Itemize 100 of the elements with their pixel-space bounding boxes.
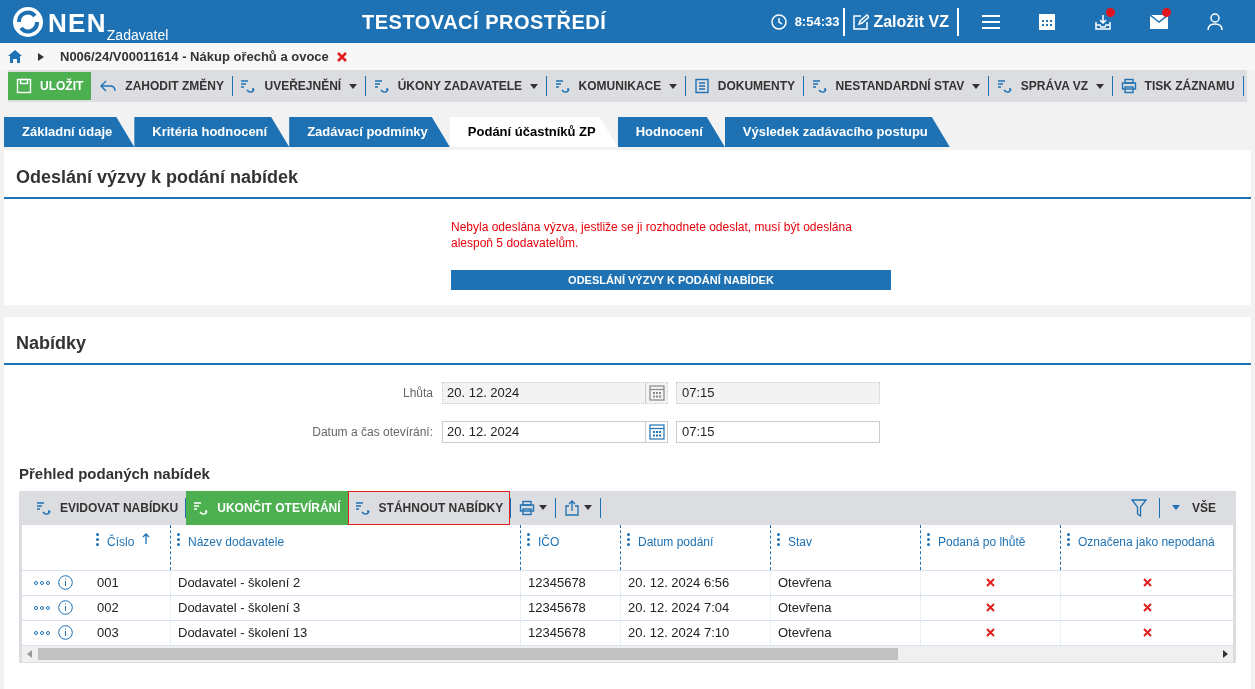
calendar-icon — [1039, 13, 1055, 30]
info-icon[interactable] — [58, 575, 73, 590]
table-cell-text: Dodavatel - školení 13 — [178, 623, 308, 642]
caret-icon — [1096, 83, 1105, 89]
date-value: 20. 12. 2024 — [447, 384, 520, 403]
tab[interactable]: Podání účastníků ZP — [449, 117, 618, 147]
section-title: Nabídky — [4, 317, 1251, 365]
table-cell-text: 12345678 — [528, 573, 586, 592]
column-header[interactable]: Číslo — [90, 524, 170, 570]
section-title: Odeslání výzvy k podání nabídek — [4, 150, 1251, 199]
caret-icon — [539, 505, 548, 510]
logo-icon — [12, 5, 44, 38]
caret-icon — [972, 83, 981, 89]
list-action-icon — [554, 78, 571, 94]
warning-message: Nebyla odeslána výzva, jestliže se ji rozhodnete odeslat, musí být odeslána alespoň 5 dodavatelům. — [451, 219, 853, 251]
printer-icon — [1120, 78, 1137, 94]
column-header[interactable]: Stav — [770, 524, 920, 570]
table-cell-text: Dodavatel - školení 2 — [178, 573, 301, 592]
table-cell: 002 — [97, 599, 119, 615]
tab[interactable]: Zadávací podmínky — [289, 117, 450, 147]
date-field[interactable]: 20. 12. 2024 — [442, 421, 668, 443]
printer-icon — [519, 499, 536, 516]
inbox-download-icon — [1095, 13, 1111, 30]
list-action-icon — [811, 78, 828, 94]
column-header[interactable]: Označena jako nepodaná — [1060, 524, 1233, 570]
more-options-icon[interactable] — [34, 630, 50, 635]
caret-icon — [530, 83, 539, 89]
list-action-icon — [36, 499, 52, 516]
caret-icon — [349, 83, 358, 89]
column-title: Číslo — [107, 533, 135, 551]
toolbar-button[interactable]: NESTANDARDNÍ STAV — [803, 72, 989, 100]
table-cell-text: 12345678 — [528, 623, 586, 642]
toolbar-button[interactable]: ÚKONY ZADAVATELE — [365, 72, 547, 100]
column-menu-icon[interactable] — [1067, 532, 1070, 546]
column-title: IČO — [538, 533, 560, 551]
clock-icon — [770, 13, 787, 30]
menu-icon — [982, 13, 1000, 30]
table-cell: 001 — [97, 574, 119, 590]
breadcrumb-link[interactable]: N006/24/V00011614 - Nákup ořechů a ovoce — [60, 46, 329, 67]
field-label: Lhůta — [401, 385, 434, 402]
column-header[interactable]: Podaná po lhůtě — [920, 524, 1060, 570]
info-icon[interactable] — [58, 625, 73, 640]
column-header[interactable]: Název dodavatele — [170, 524, 520, 570]
create-button[interactable]: Založit VZ — [849, 9, 953, 34]
environment-title: TESTOVACÍ PROSTŘEDÍ — [362, 9, 607, 35]
column-menu-icon[interactable] — [527, 532, 530, 546]
home-icon[interactable] — [8, 50, 22, 63]
toolbar-button[interactable]: KOMUNIKACE — [546, 72, 686, 100]
send-invitation-button[interactable]: ODESLÁNÍ VÝZVY K PODÁNÍ NABÍDEK — [451, 270, 891, 290]
column-menu-icon[interactable] — [177, 532, 180, 546]
table-cell-text: Dodavatel - školení 3 — [178, 598, 301, 617]
list-action-icon — [240, 78, 257, 94]
tab[interactable]: Výsledek zadávacího postupu — [724, 117, 950, 147]
column-menu-icon[interactable] — [777, 532, 780, 546]
tab[interactable]: Základní údaje — [4, 117, 135, 147]
tab[interactable]: Hodnocení — [617, 117, 725, 147]
caret-icon — [1172, 505, 1180, 510]
filter-icon[interactable] — [1131, 498, 1147, 517]
info-icon[interactable] — [58, 600, 73, 615]
grid-toolbar-button[interactable]: EVIDOVAT NABÍDKU — [29, 490, 186, 525]
grid-toolbar-button[interactable]: STÁHNOUT NABÍDKY — [347, 490, 511, 525]
toolbar-button[interactable]: SPRÁVA VZ — [988, 72, 1113, 100]
toolbar-button[interactable]: UVEŘEJNĚNÍ — [232, 72, 366, 100]
table-cell-text: 12345678 — [528, 598, 586, 617]
subsection-title: Přehled podaných nabídek — [18, 464, 211, 484]
share-icon — [564, 499, 581, 516]
chevron-right-icon — [38, 52, 44, 61]
mail-icon — [1150, 14, 1168, 29]
list-action-icon — [996, 78, 1013, 94]
column-title: Název dodavatele — [188, 533, 285, 551]
tab[interactable]: Kritéria hodnocení — [134, 117, 290, 147]
sort-arrow-icon — [142, 532, 151, 544]
table-cell-text: Otevřena — [778, 623, 832, 642]
table-cell-text: 20. 12. 2024 6:56 — [628, 573, 730, 592]
column-menu-icon[interactable] — [627, 532, 630, 546]
column-menu-icon[interactable] — [96, 532, 99, 546]
column-header[interactable]: Datum podání — [620, 524, 770, 570]
filter-dropdown[interactable]: VŠE — [1172, 498, 1216, 517]
list-action-icon — [373, 78, 390, 94]
table-cell-text: 20. 12. 2024 7:10 — [628, 623, 730, 642]
caret-icon — [669, 83, 678, 89]
more-options-icon[interactable] — [34, 580, 50, 585]
app-subtitle: Zadavatel — [106, 27, 169, 42]
calendar-icon[interactable] — [648, 424, 665, 440]
toolbar-button[interactable]: ZAHODIT ZMĚNY — [91, 72, 232, 100]
list-action-icon — [193, 499, 210, 516]
column-menu-icon[interactable] — [927, 532, 930, 546]
toolbar-button[interactable]: DOKUMENTY — [685, 72, 804, 100]
time-field[interactable]: 07:15 — [676, 421, 880, 443]
more-options-icon[interactable] — [34, 605, 50, 610]
column-title: Datum podání — [638, 533, 714, 551]
toolbar-button[interactable]: TISK ZÁZNAMU — [1112, 72, 1243, 100]
column-header[interactable]: IČO — [520, 524, 620, 570]
date-value: 20. 12. 2024 — [447, 423, 520, 442]
table-cell-text: Otevřena — [778, 573, 832, 592]
clock-time: 8:54:33 — [794, 12, 840, 31]
logo-text: NEN — [48, 7, 107, 38]
undo-icon — [99, 79, 118, 93]
close-icon[interactable] — [336, 51, 347, 62]
user-icon — [1207, 12, 1223, 31]
